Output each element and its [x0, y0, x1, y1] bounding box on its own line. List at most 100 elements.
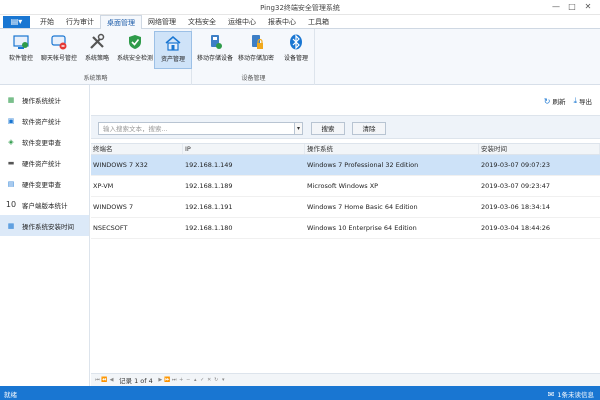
- cell-install-time: 2019-03-04 18:44:26: [481, 224, 551, 232]
- tab-network-management[interactable]: 网络管理: [142, 15, 182, 29]
- cell-os: Microsoft Windows XP: [307, 182, 379, 190]
- asset-management-button[interactable]: 资产管理: [154, 31, 192, 69]
- device-management-button[interactable]: 设备管理: [277, 31, 315, 69]
- next-page-icon[interactable]: ▶: [157, 377, 164, 383]
- tab-report-center[interactable]: 报表中心: [262, 15, 302, 29]
- search-bar: ▾ 搜索 清除: [91, 115, 600, 139]
- tab-toolbox[interactable]: 工具箱: [302, 15, 335, 29]
- ribbon-group-device-management: 移动存储设备 移动存储加密 设备管理 设备管理: [193, 29, 315, 85]
- edit-record-icon[interactable]: ▴: [192, 377, 199, 383]
- cell-terminal-name: XP-VM: [93, 182, 114, 190]
- cell-ip: 192.168.1.191: [185, 203, 233, 211]
- shield-check-icon: [129, 35, 141, 49]
- ribbon-tab-bar: ▤▾ 开始 行为审计 桌面管理 网络管理 文档安全 运维中心 报表中心 工具箱: [0, 15, 600, 29]
- search-button[interactable]: 搜索: [311, 122, 345, 135]
- asset-home-icon: [165, 36, 181, 51]
- app-menu-button[interactable]: ▤▾: [3, 16, 30, 28]
- usb-lock-icon: [252, 35, 263, 49]
- search-dropdown-button[interactable]: ▾: [294, 122, 303, 135]
- sidebar-item-hardware-asset-stats[interactable]: ▬ 硬件资产统计: [0, 152, 89, 173]
- removable-storage-encryption-button[interactable]: 移动存储加密: [236, 31, 276, 69]
- sidebar-item-client-version-stats[interactable]: 10 客户端版本统计: [0, 194, 89, 215]
- next-page-fast-icon[interactable]: ⏩: [164, 377, 171, 383]
- table-row[interactable]: WINDOWS 7 192.168.1.191 Windows 7 Home B…: [91, 197, 600, 218]
- ribbon-tabs: 开始 行为审计 桌面管理 网络管理 文档安全 运维中心 报表中心 工具箱: [34, 15, 335, 29]
- pager-record-text: 记录 1 of 4: [119, 377, 153, 385]
- first-page-icon[interactable]: ⏮: [94, 377, 101, 383]
- hardware-change-icon: ▤: [7, 179, 15, 188]
- prev-page-icon[interactable]: ◀: [108, 377, 115, 383]
- software-package-icon: ▣: [7, 116, 15, 125]
- table-row[interactable]: XP-VM 192.168.1.189 Microsoft Windows XP…: [91, 176, 600, 197]
- cell-terminal-name: WINDOWS 7: [93, 203, 134, 211]
- toolbar-actions: ↻ 刷新 ⤓ 导出: [544, 96, 592, 106]
- tab-ops-center[interactable]: 运维中心: [222, 15, 262, 29]
- cell-install-time: 2019-03-06 18:34:14: [481, 203, 551, 211]
- refresh-button[interactable]: ↻ 刷新: [544, 96, 566, 107]
- ribbon-panel: 软件管控 聊天帐号管控 系统策略 系统安全检测 资产管理 系统策略 移动存储设备…: [0, 29, 600, 85]
- cell-install-time: 2019-03-07 09:07:23: [481, 161, 551, 169]
- close-icon[interactable]: ✕: [580, 1, 596, 13]
- cell-ip: 192.168.1.149: [185, 161, 233, 169]
- data-table: 终端名 IP 操作系统 安装时间 WINDOWS 7 X32 192.168.1…: [91, 143, 600, 239]
- filter-records-icon[interactable]: ▾: [220, 377, 227, 383]
- export-button[interactable]: ⤓ 导出: [573, 96, 592, 106]
- refresh-records-icon[interactable]: ↻: [213, 377, 220, 383]
- chevron-down-icon: ▾: [296, 125, 300, 132]
- table-row[interactable]: WINDOWS 7 X32 192.168.1.149 Windows 7 Pr…: [91, 155, 600, 176]
- table-row[interactable]: NSECSOFT 192.168.1.180 Windows 10 Enterp…: [91, 218, 600, 239]
- search-input[interactable]: [98, 122, 302, 135]
- ribbon-group-label: 系统策略: [83, 75, 108, 82]
- ribbon-group-label: 设备管理: [241, 75, 266, 82]
- windows-logo-icon: ▦: [7, 221, 15, 230]
- tab-document-security[interactable]: 文档安全: [182, 15, 222, 29]
- cell-os: Windows 10 Enterprise 64 Edition: [307, 224, 417, 232]
- mail-icon: ✉: [547, 389, 555, 399]
- sidebar-item-software-change-audit[interactable]: ◈ 软件变更审查: [0, 131, 89, 152]
- removable-storage-button[interactable]: 移动存储设备: [195, 31, 235, 69]
- sidebar-item-os-stats[interactable]: ▦ 操作系统统计: [0, 89, 89, 110]
- software-control-button[interactable]: 软件管控: [2, 31, 40, 69]
- save-record-icon[interactable]: ✓: [199, 377, 206, 383]
- cell-ip: 192.168.1.180: [185, 224, 233, 232]
- app-menu-icon: ▤▾: [10, 17, 23, 26]
- tab-behavior-audit[interactable]: 行为审计: [60, 15, 100, 29]
- system-policy-button[interactable]: 系统策略: [78, 31, 116, 69]
- cell-terminal-name: NSECSOFT: [93, 224, 128, 232]
- tab-start[interactable]: 开始: [34, 15, 60, 29]
- minimize-icon[interactable]: —: [548, 1, 564, 13]
- maximize-icon[interactable]: □: [564, 1, 580, 13]
- add-record-icon[interactable]: +: [178, 377, 185, 383]
- sidebar-item-software-asset-stats[interactable]: ▣ 软件资产统计: [0, 110, 89, 131]
- unread-messages[interactable]: ✉ 1条未读信息: [547, 389, 594, 400]
- cell-install-time: 2019-03-07 09:23:47: [481, 182, 551, 190]
- column-header-install-time[interactable]: 安装时间: [479, 144, 600, 154]
- system-security-check-button[interactable]: 系统安全检测: [116, 31, 154, 69]
- sidebar-item-os-install-time[interactable]: ▦ 操作系统安装时间: [0, 215, 89, 236]
- sidebar: ▦ 操作系统统计 ▣ 软件资产统计 ◈ 软件变更审查 ▬ 硬件资产统计 ▤ 硬件…: [0, 85, 90, 386]
- column-header-os[interactable]: 操作系统: [305, 144, 479, 154]
- prev-page-fast-icon[interactable]: ⏪: [101, 377, 108, 383]
- cell-ip: 192.168.1.189: [185, 182, 233, 190]
- bluetooth-icon: [290, 34, 302, 50]
- sidebar-item-hardware-change-audit[interactable]: ▤ 硬件变更审查: [0, 173, 89, 194]
- cancel-record-icon[interactable]: ✕: [206, 377, 213, 383]
- software-control-icon: [13, 35, 29, 49]
- chat-account-control-button[interactable]: 聊天帐号管控: [40, 31, 78, 69]
- window-title: Ping32终端安全管理系统: [260, 4, 340, 12]
- table-header: 终端名 IP 操作系统 安装时间: [91, 143, 600, 155]
- title-bar: Ping32终端安全管理系统 — □ ✕: [0, 0, 600, 15]
- tools-icon: [90, 33, 105, 49]
- tab-desktop-management[interactable]: 桌面管理: [100, 15, 142, 29]
- delete-record-icon[interactable]: −: [185, 377, 192, 383]
- clear-button[interactable]: 清除: [352, 122, 386, 135]
- window-controls: — □ ✕: [548, 1, 596, 13]
- cell-os: Windows 7 Home Basic 64 Edition: [307, 203, 418, 211]
- cell-os: Windows 7 Professional 32 Edition: [307, 161, 419, 169]
- last-page-icon[interactable]: ⏭: [171, 377, 178, 383]
- column-header-ip[interactable]: IP: [183, 144, 305, 154]
- hardware-chip-icon: ▬: [7, 158, 15, 167]
- main-panel: ↻ 刷新 ⤓ 导出 ▾ 搜索 清除 终端名 IP 操作系统 安装时间 WINDO…: [91, 85, 600, 386]
- status-bar: 就绪 ✉ 1条未读信息: [0, 386, 600, 400]
- column-header-terminal-name[interactable]: 终端名: [91, 144, 183, 154]
